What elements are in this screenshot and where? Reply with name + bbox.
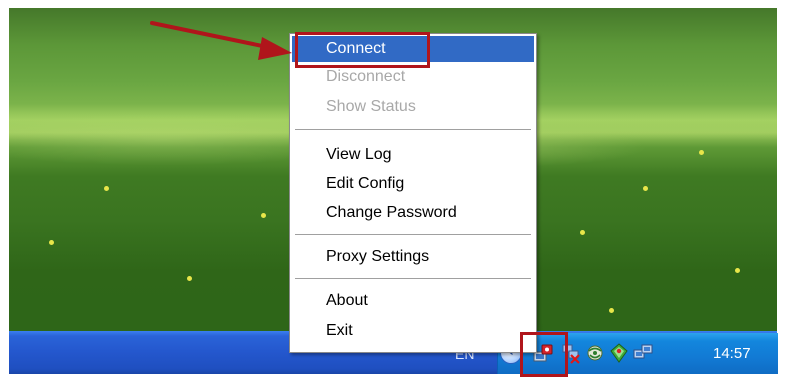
wallpaper-flower	[609, 308, 614, 313]
menu-item-view-log[interactable]: View Log	[292, 142, 534, 168]
screenshot: EN ‹ 14:57 Connect Disconnect Show Statu…	[0, 0, 785, 383]
menu-item-edit-config[interactable]: Edit Config	[292, 171, 534, 197]
menu-item-about[interactable]: About	[292, 288, 534, 314]
wallpaper-flower	[104, 186, 109, 191]
wallpaper-flower	[187, 276, 192, 281]
wallpaper-flower	[261, 213, 266, 218]
wallpaper-flower	[49, 240, 54, 245]
wallpaper-flower	[643, 186, 648, 191]
wallpaper-flower	[580, 230, 585, 235]
tray-icon-highlight-box	[520, 332, 568, 377]
openvpn-context-menu: Connect Disconnect Show Status View Log …	[289, 33, 537, 353]
security-center-icon[interactable]	[608, 342, 630, 364]
menu-separator	[295, 278, 531, 280]
menu-item-show-status: Show Status	[326, 98, 416, 115]
wallpaper-flower	[699, 150, 704, 155]
network-computers-icon[interactable]	[632, 342, 654, 364]
menu-item-proxy-settings[interactable]: Proxy Settings	[292, 244, 534, 270]
wallpaper-flower	[735, 268, 740, 273]
taskbar-clock[interactable]: 14:57	[713, 345, 751, 362]
network-connection-icon[interactable]	[584, 342, 606, 364]
menu-separator	[295, 129, 531, 131]
menu-item-change-password[interactable]: Change Password	[292, 200, 534, 226]
connect-highlight-box	[295, 32, 430, 68]
menu-item-exit[interactable]: Exit	[292, 318, 534, 344]
menu-separator	[295, 234, 531, 236]
